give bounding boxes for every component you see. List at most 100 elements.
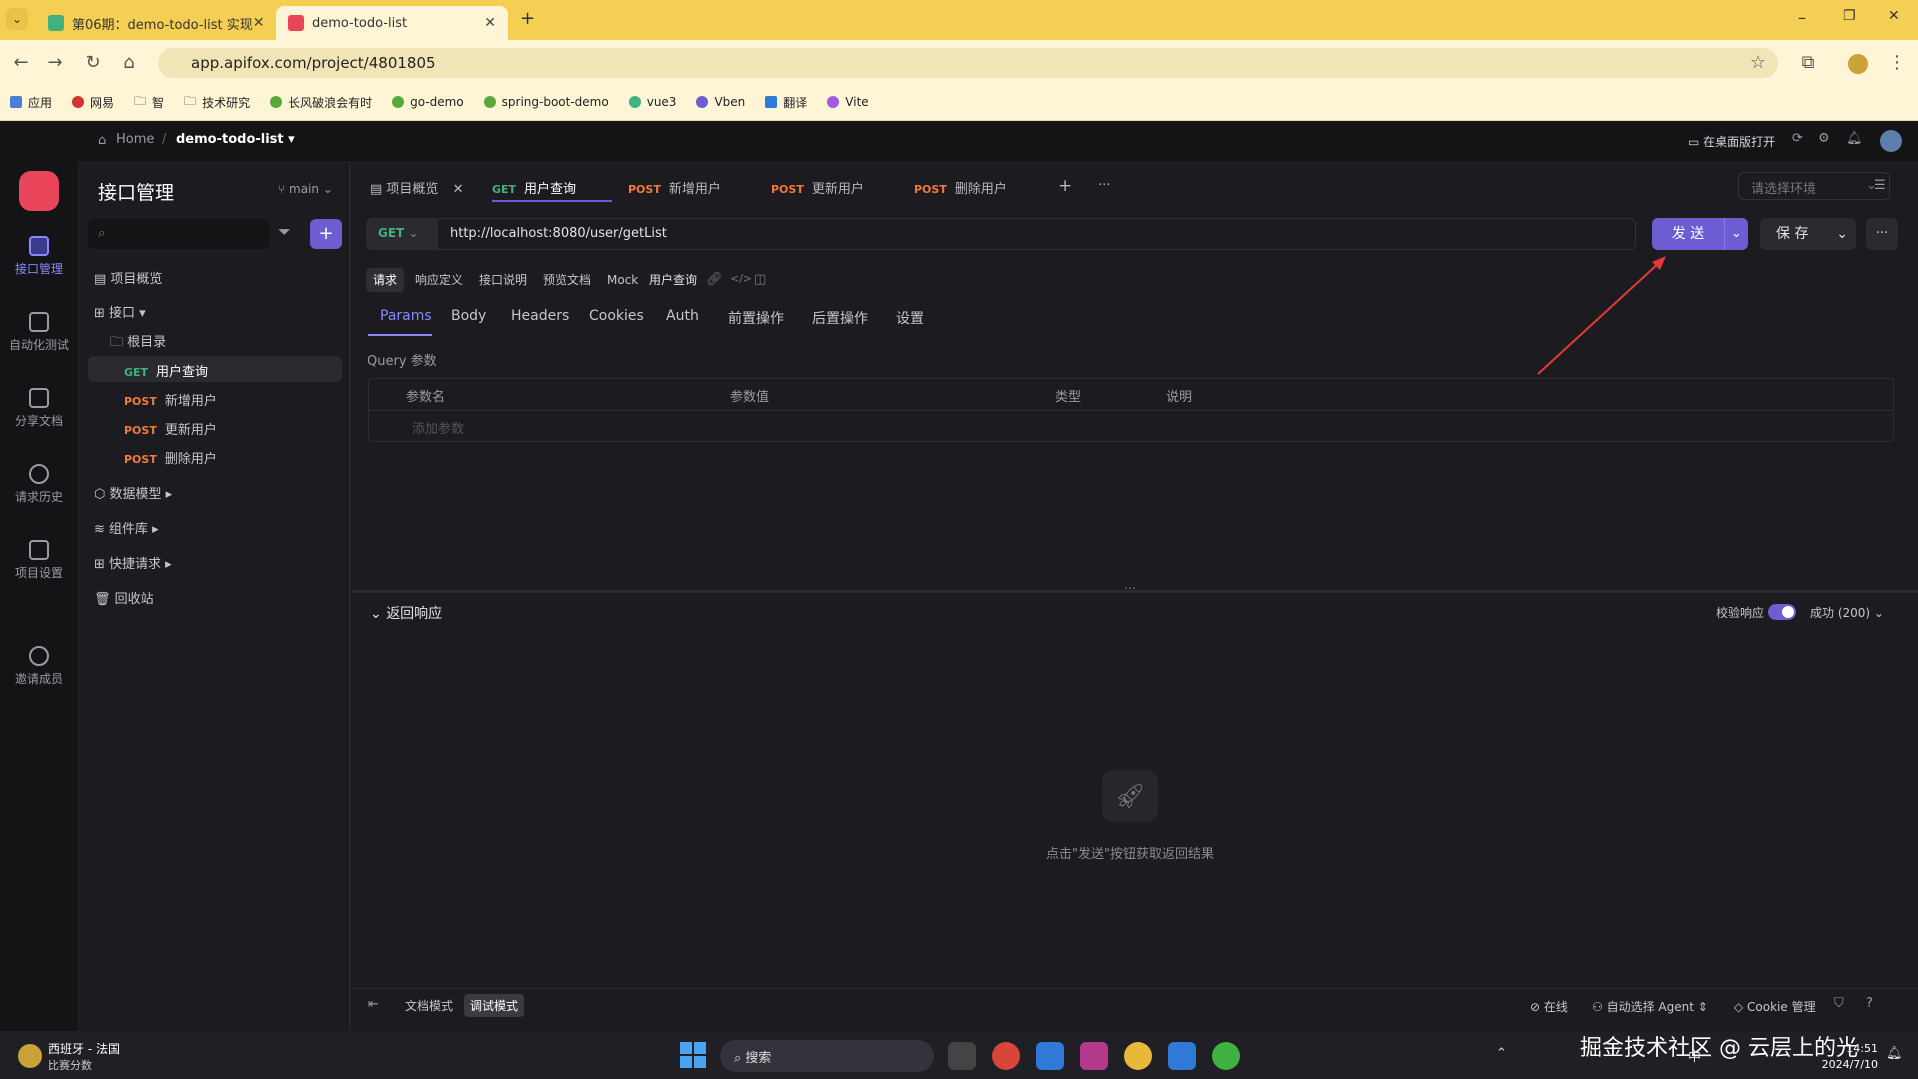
more-icon[interactable]: ··· bbox=[1866, 218, 1898, 250]
vscode-icon[interactable] bbox=[1036, 1042, 1064, 1070]
bookmark-item[interactable]: 翻译 bbox=[765, 94, 807, 111]
validate-toggle[interactable] bbox=[1768, 604, 1796, 620]
url-input[interactable]: http://localhost:8080/user/getList bbox=[450, 226, 667, 241]
subtab-cookies[interactable]: Cookies bbox=[589, 308, 644, 324]
add-param-input[interactable]: 添加参数 bbox=[412, 418, 464, 437]
minimize-icon[interactable]: – bbox=[1798, 8, 1806, 27]
bookmark-item[interactable]: 长风破浪会有时 bbox=[270, 94, 372, 111]
bookmark-item[interactable]: vue3 bbox=[628, 95, 676, 109]
taskbar-search[interactable]: ⌕ 搜索 bbox=[720, 1040, 934, 1072]
reload-icon[interactable]: ↻ bbox=[80, 50, 106, 76]
bookmark-folder[interactable]: 🗀 技术研究 bbox=[184, 92, 250, 113]
debug-mode-button[interactable]: 调试模式 bbox=[464, 994, 525, 1017]
branch-selector[interactable]: ⑂ main ⌄ bbox=[278, 182, 333, 196]
menu-dots-icon[interactable]: ⋮ bbox=[1884, 50, 1910, 76]
pill-response-def[interactable]: 响应定义 bbox=[408, 268, 470, 292]
breadcrumb-home[interactable]: Home bbox=[116, 132, 154, 147]
bookmark-apps[interactable]: 应用 bbox=[10, 94, 52, 111]
close-icon[interactable]: ✕ bbox=[253, 15, 265, 31]
extensions-icon[interactable]: ⧉ bbox=[1795, 50, 1821, 76]
new-tab-icon[interactable]: + bbox=[520, 8, 535, 29]
browser-tab-active[interactable]: demo-todo-list ✕ bbox=[276, 6, 508, 40]
bookmark-item[interactable]: spring-boot-demo bbox=[483, 95, 609, 109]
nav-invite[interactable]: 邀请成员 bbox=[0, 646, 78, 687]
sidebar-api-item[interactable]: GET 用户查询 bbox=[124, 361, 208, 380]
help-icon[interactable]: ? bbox=[1866, 996, 1873, 1011]
forward-icon[interactable]: → bbox=[42, 50, 68, 76]
nav-api-management[interactable]: 接口管理 bbox=[0, 236, 78, 277]
weather-sub[interactable]: 比赛分数 bbox=[48, 1057, 92, 1073]
user-avatar[interactable] bbox=[1880, 130, 1902, 152]
bookmark-item[interactable]: Vben bbox=[696, 95, 745, 109]
subtab-headers[interactable]: Headers bbox=[511, 308, 569, 324]
nav-auto-test[interactable]: 自动化测试 bbox=[0, 312, 78, 353]
tab-post-add[interactable]: POST 新增用户 bbox=[628, 178, 721, 197]
subtab-settings[interactable]: 设置 bbox=[896, 308, 924, 328]
sidebar-api-item[interactable]: POST 新增用户 bbox=[124, 390, 217, 409]
sidebar-root-folder[interactable]: 🗀 根目录 bbox=[110, 331, 166, 355]
sidebar-api-item[interactable]: POST 更新用户 bbox=[124, 419, 217, 438]
online-status[interactable]: ⊘ 在线 bbox=[1530, 998, 1568, 1015]
home-icon[interactable]: ⌂ bbox=[116, 50, 142, 76]
window-close-icon[interactable]: ✕ bbox=[1888, 8, 1900, 24]
tab-post-update[interactable]: POST 更新用户 bbox=[771, 178, 864, 197]
collapse-sidebar-icon[interactable]: ⇤ bbox=[368, 997, 379, 1012]
subtab-pre-ops[interactable]: 前置操作 bbox=[728, 308, 784, 328]
bookmark-item[interactable]: go-demo bbox=[392, 95, 464, 109]
method-select[interactable]: GET ⌄ bbox=[366, 218, 438, 250]
project-switcher[interactable]: demo-todo-list ▾ bbox=[176, 132, 295, 147]
panel-icon[interactable]: ◫ bbox=[754, 272, 766, 287]
close-icon[interactable]: ✕ bbox=[484, 15, 496, 31]
nav-share-docs[interactable]: 分享文档 bbox=[0, 388, 78, 429]
clock-time[interactable]: 14:51 bbox=[1824, 1042, 1878, 1055]
bookmark-item[interactable]: Vite bbox=[827, 95, 869, 109]
terminal-icon[interactable] bbox=[948, 1042, 976, 1070]
filter-icon[interactable]: ⏷ bbox=[278, 222, 291, 242]
sidebar-search-input[interactable]: ⌕ bbox=[88, 219, 270, 249]
pill-mock[interactable]: Mock bbox=[600, 268, 645, 292]
sidebar-data-models[interactable]: ⬡ 数据模型 ▸ bbox=[94, 483, 172, 502]
add-button[interactable]: + bbox=[310, 219, 342, 249]
pill-request[interactable]: 请求 bbox=[366, 268, 405, 292]
sidebar-api-item[interactable]: POST 删除用户 bbox=[124, 448, 217, 467]
api-name-label[interactable]: 用户查询 bbox=[642, 268, 704, 292]
feishu-icon[interactable] bbox=[1168, 1042, 1196, 1070]
drag-handle-icon[interactable]: ··· bbox=[1124, 582, 1136, 597]
intellij-icon[interactable] bbox=[1080, 1042, 1108, 1070]
doc-mode-button[interactable]: 文档模式 bbox=[400, 994, 458, 1017]
new-tab-icon[interactable]: + bbox=[1058, 176, 1072, 196]
app-icon[interactable] bbox=[1124, 1042, 1152, 1070]
wechat-icon[interactable] bbox=[1212, 1042, 1240, 1070]
pill-preview-doc[interactable]: 预览文档 bbox=[536, 268, 598, 292]
more-tabs-icon[interactable]: ··· bbox=[1098, 178, 1110, 193]
settings-gear-icon[interactable]: ⚙ bbox=[1818, 131, 1830, 146]
nav-history[interactable]: 请求历史 bbox=[0, 464, 78, 505]
cookie-manager[interactable]: ◇ Cookie 管理 bbox=[1734, 998, 1816, 1015]
sidebar-quick-requests[interactable]: ⊞ 快捷请求 ▸ bbox=[94, 553, 172, 572]
bookmark-star-icon[interactable]: ☆ bbox=[1745, 50, 1771, 76]
clock-date[interactable]: 2024/7/10 bbox=[1818, 1058, 1878, 1071]
shirt-icon[interactable]: ⛉ bbox=[1834, 996, 1844, 1011]
env-select[interactable]: 请选择环境 ⌄ bbox=[1738, 172, 1890, 200]
link-icon[interactable]: 🔗︎ bbox=[706, 272, 723, 287]
tab-search-icon[interactable]: ⌄ bbox=[6, 8, 28, 30]
bookmark-item[interactable]: 网易 bbox=[72, 94, 114, 111]
open-desktop-button[interactable]: ▭ 在桌面版打开 bbox=[1688, 133, 1775, 150]
tray-chevron-icon[interactable]: ⌃ bbox=[1496, 1046, 1507, 1061]
sidebar-interfaces[interactable]: ⊞ 接口 ▾ bbox=[94, 302, 146, 321]
weather-title[interactable]: 西班牙 - 法国 bbox=[48, 1040, 120, 1057]
tab-post-delete[interactable]: POST 删除用户 bbox=[914, 178, 1007, 197]
sidebar-components[interactable]: ≋ 组件库 ▸ bbox=[94, 518, 159, 537]
sidebar-trash[interactable]: 🗑︎ 回收站 bbox=[94, 588, 154, 607]
pill-api-desc[interactable]: 接口说明 bbox=[472, 268, 534, 292]
back-icon[interactable]: ← bbox=[8, 50, 34, 76]
send-dropdown-icon[interactable]: ⌄ bbox=[1724, 218, 1748, 250]
tab-overview[interactable]: ▤ 项目概览 ✕ bbox=[370, 178, 463, 197]
profile-avatar[interactable] bbox=[1848, 54, 1868, 74]
agent-select[interactable]: ⚇ 自动选择 Agent ⇕ bbox=[1592, 998, 1708, 1015]
save-button[interactable]: 保 存 ⌄ bbox=[1760, 218, 1856, 250]
subtab-post-ops[interactable]: 后置操作 bbox=[812, 308, 868, 328]
restore-icon[interactable]: ❐ bbox=[1843, 8, 1856, 24]
address-bar[interactable]: app.apifox.com/project/4801805 bbox=[158, 48, 1778, 78]
notification-bell-icon[interactable]: 🔔︎ bbox=[1886, 1046, 1903, 1061]
